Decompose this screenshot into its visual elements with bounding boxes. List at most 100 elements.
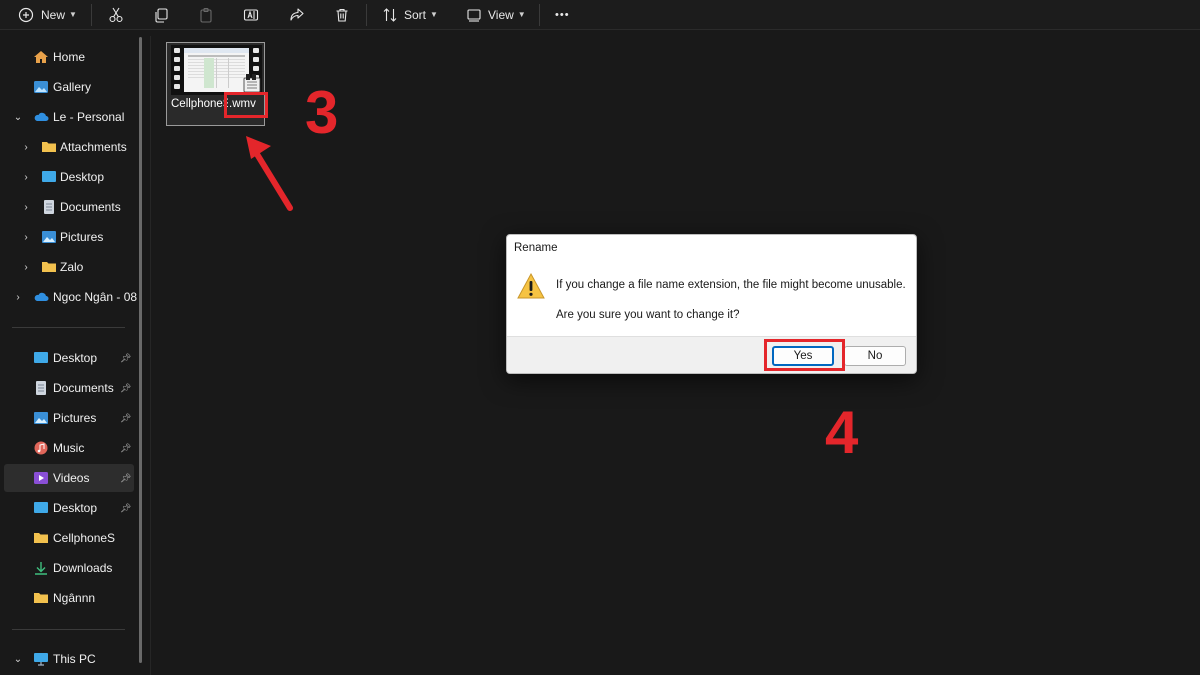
step-4-label: 4 (825, 399, 859, 466)
toolbar-divider (366, 4, 367, 26)
chevron-right-icon[interactable]: › (21, 232, 31, 243)
sidebar-item-documents-pinned[interactable]: Documents 📌︎ (4, 374, 134, 402)
sidebar-item-pictures-pinned[interactable]: Pictures 📌︎ (4, 404, 134, 432)
sidebar-item-zalo[interactable]: › Zalo (4, 253, 134, 281)
documents-icon (44, 200, 54, 214)
cut-icon[interactable] (108, 7, 124, 23)
sidebar-scrollbar[interactable] (139, 37, 142, 663)
sidebar-item-le-personal[interactable]: ⌄ Le - Personal (4, 103, 134, 131)
view-button-label: View (488, 7, 514, 22)
yes-highlight-box (764, 339, 845, 371)
sidebar-item-label: Zalo (60, 260, 84, 274)
pin-icon[interactable]: 📌︎ (120, 413, 131, 424)
new-button[interactable]: New ▼ (18, 0, 77, 30)
computer-icon (34, 653, 48, 666)
desktop-icon (42, 171, 56, 182)
paste-icon[interactable] (198, 7, 214, 23)
dialog-footer: Yes No (507, 336, 916, 373)
sidebar-divider (12, 327, 125, 328)
more-options-button[interactable]: ••• (555, 0, 570, 30)
sidebar-item-label: Attachments (60, 140, 127, 154)
home-icon (34, 51, 48, 63)
sidebar-item-desktop[interactable]: › Desktop (4, 163, 134, 191)
sidebar-item-downloads[interactable]: Downloads (4, 554, 134, 582)
sidebar-item-label: Desktop (53, 501, 98, 515)
pin-icon[interactable]: 📌︎ (120, 353, 131, 364)
chevron-right-icon[interactable]: › (21, 262, 31, 273)
pane-divider[interactable] (150, 36, 151, 675)
music-icon (34, 441, 48, 455)
chevron-right-icon[interactable]: › (21, 202, 31, 213)
sidebar-item-label: CellphoneS (53, 531, 116, 545)
folder-icon (34, 593, 48, 603)
video-thumbnail (171, 45, 262, 95)
pictures-icon (34, 412, 48, 424)
downloads-icon (35, 562, 47, 575)
delete-icon[interactable] (334, 7, 350, 23)
command-bar: New ▼ Sort ▼ View ▼ ••• (0, 0, 1200, 30)
chevron-right-icon[interactable]: › (13, 292, 23, 303)
chevron-down-icon: ▼ (69, 10, 77, 19)
thumbnail-screen (184, 48, 249, 92)
sidebar-item-ngoc-ngan[interactable]: › Ngoc Ngân - 08 (4, 283, 138, 311)
sidebar-item-label: Music (53, 441, 85, 455)
folder-icon (34, 533, 48, 543)
sort-button[interactable]: Sort ▼ (382, 0, 438, 30)
sidebar-item-home[interactable]: Home (4, 43, 134, 71)
cloud-icon (34, 292, 49, 301)
sidebar-item-documents[interactable]: › Documents (4, 193, 134, 221)
chevron-down-icon[interactable]: ⌄ (13, 654, 23, 665)
sidebar-item-music-pinned[interactable]: Music 📌︎ (4, 434, 134, 462)
sidebar-item-label: Ngânnn (53, 591, 96, 605)
desktop-icon (34, 502, 48, 513)
sidebar-item-desktop-pinned[interactable]: Desktop 📌︎ (4, 344, 134, 372)
sidebar-item-cellphones[interactable]: CellphoneS (4, 524, 134, 552)
sidebar-item-label: Pictures (53, 411, 97, 425)
new-button-label: New (41, 7, 66, 22)
sidebar-item-desktop-pinned-2[interactable]: Desktop 📌︎ (4, 494, 134, 522)
pin-icon[interactable]: 📌︎ (120, 503, 131, 514)
pin-icon[interactable]: 📌︎ (120, 443, 131, 454)
chevron-down-icon: ▼ (517, 10, 526, 19)
sidebar-item-label: Le - Personal (53, 110, 125, 124)
warning-icon (517, 273, 545, 299)
pictures-icon (42, 231, 56, 243)
sidebar-divider (12, 629, 125, 630)
sidebar-item-this-pc[interactable]: ⌄ This PC (4, 645, 134, 673)
sidebar-item-label: Home (53, 50, 86, 64)
sidebar-item-label: This PC (53, 652, 96, 666)
sidebar-item-label: Desktop (60, 170, 105, 184)
copy-icon[interactable] (153, 7, 169, 23)
file-name-editor[interactable]: CellphoneS .wmv (171, 98, 256, 110)
sidebar-item-ngannn[interactable]: Ngânnn (4, 584, 134, 612)
navigation-pane: Home Gallery ⌄ Le - Personal › Attachmen… (0, 36, 150, 675)
desktop-icon (34, 352, 48, 363)
sidebar-item-videos-pinned[interactable]: Videos 📌︎ (4, 464, 134, 492)
pin-icon[interactable]: 📌︎ (120, 473, 131, 484)
chevron-down-icon[interactable]: ⌄ (13, 112, 23, 123)
sidebar-item-gallery[interactable]: Gallery (4, 73, 134, 101)
sidebar-item-label: Ngoc Ngân - 08 (53, 290, 138, 304)
sidebar-item-label: Desktop (53, 351, 98, 365)
share-icon[interactable] (289, 7, 305, 23)
view-icon (467, 8, 481, 22)
cloud-icon (34, 112, 49, 121)
toolbar-divider (539, 4, 540, 26)
sidebar-item-attachments[interactable]: › Attachments (4, 133, 134, 161)
chevron-right-icon[interactable]: › (21, 142, 31, 153)
no-button[interactable]: No (844, 346, 906, 366)
rename-icon[interactable] (243, 7, 259, 23)
view-button[interactable]: View ▼ (466, 0, 526, 30)
plus-circle-icon (18, 7, 34, 22)
gallery-icon (34, 81, 48, 93)
file-name-prefix: CellphoneS (171, 98, 231, 110)
sort-button-label: Sort (404, 7, 427, 22)
dialog-title: Rename (514, 242, 558, 254)
folder-icon (42, 142, 56, 152)
media-player-badge-icon (243, 74, 261, 93)
pin-icon[interactable]: 📌︎ (120, 383, 131, 394)
sidebar-item-pictures[interactable]: › Pictures (4, 223, 134, 251)
videos-icon (34, 472, 48, 484)
chevron-right-icon[interactable]: › (21, 172, 31, 183)
sort-icon (383, 7, 397, 22)
